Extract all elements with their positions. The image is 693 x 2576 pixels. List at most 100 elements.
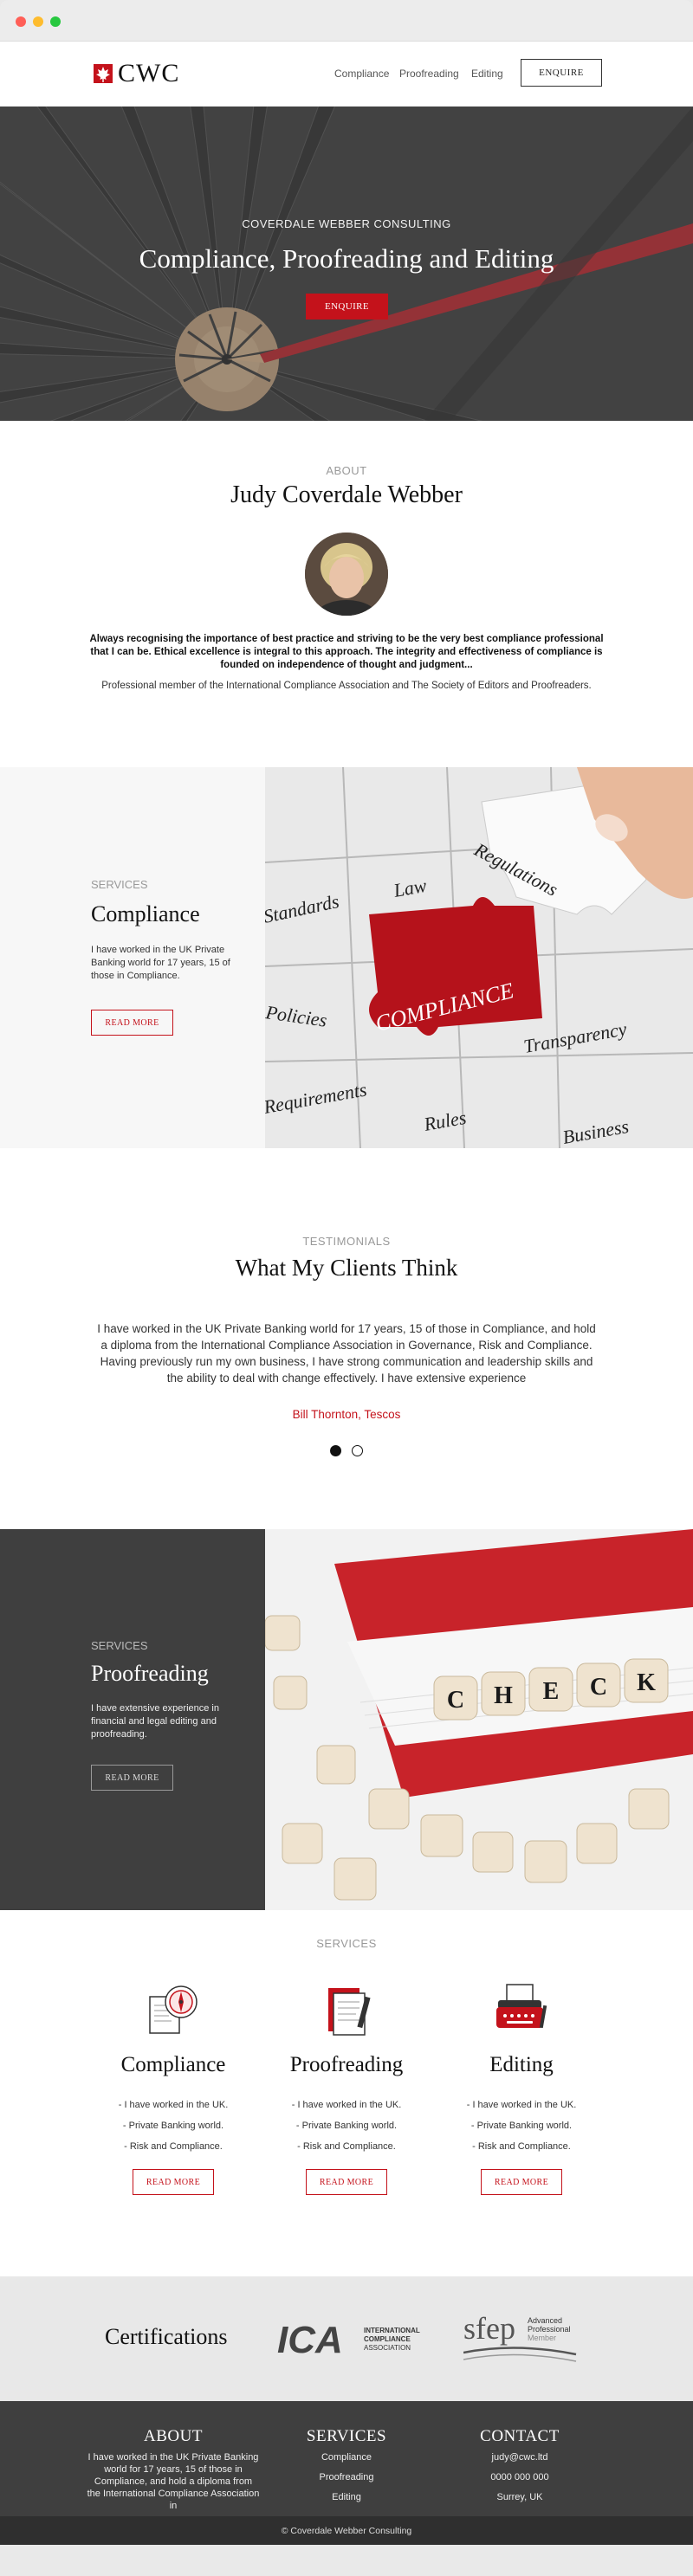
document-pen-icon [328,1988,371,2036]
service-item: - Private Banking world. [295,2121,398,2131]
sfep-logo: sfep Advanced Professional Member [463,2311,577,2362]
compliance-service-section: SERVICES Compliance I have worked in the… [0,767,693,1148]
footer-about-title: ABOUT [144,2427,203,2445]
ica-logo-line: ASSOCIATION [364,2344,411,2352]
letter-block: H [494,1682,513,1709]
service-item: - Private Banking world. [470,2121,573,2131]
proofreading-read-more-button[interactable]: READ MORE [91,1765,173,1791]
ica-logo-line: COMPLIANCE [364,2335,411,2343]
about-membership: Professional member of the International… [101,681,592,691]
letter-block: C [447,1687,464,1714]
sfep-logo-line: Member [528,2334,556,2342]
proofreading-label: SERVICES [91,1639,148,1652]
compliance-read-more-button[interactable]: READ MORE [91,1010,173,1036]
service-title: Editing [489,2053,554,2076]
footer-email-link[interactable]: judy@cwc.ltd [433,2452,606,2463]
footer-link-compliance[interactable]: Compliance [260,2452,433,2463]
logo-text: CWC [118,59,180,87]
services-grid-section: SERVICES Compliance - I have worked in t… [0,1910,693,2276]
service-item: - Private Banking world. [122,2121,224,2131]
footer-phone: 0000 000 000 [490,2472,549,2482]
footer-services: SERVICES Compliance Proofreading Editing [260,2427,433,2502]
portrait-image [305,533,388,616]
services-label: SERVICES [316,1937,377,1950]
sfep-logo-line: Advanced [528,2316,562,2325]
hero-title: Compliance, Proofreading and Editing [139,243,554,274]
avatar [305,533,388,616]
about-label: ABOUT [326,464,367,477]
letter-block: E [543,1678,560,1705]
minimize-window-button[interactable] [33,16,43,27]
about-statement: Always recognising the importance of bes… [89,634,604,670]
site-logo[interactable]: CWC [94,59,179,88]
service-card-proofreading: Proofreading - I have worked in the UK. … [260,1979,433,2195]
service-title: Proofreading [289,2053,404,2076]
proofreading-service-section: SERVICES Proofreading I have extensive e… [0,1529,693,1910]
compliance-label: SERVICES [91,878,148,891]
copyright-text: © Coverdale Webber Consulting [281,2525,412,2536]
certifications-section: Certifications ICA INTERNATIONAL COMPLIA… [0,2276,693,2401]
footer-contact-title: CONTACT [480,2427,560,2445]
maximize-window-button[interactable] [50,16,61,27]
copyright-bar: © Coverdale Webber Consulting [0,2516,693,2545]
compliance-panel: SERVICES Compliance I have worked in the… [0,767,265,1148]
sfep-logo-mark: sfep [463,2311,515,2346]
letter-block: C [590,1674,607,1701]
nav-proofreading[interactable]: Proofreading [399,68,459,80]
carousel-dot-2[interactable] [352,1445,363,1456]
service-item: - I have worked in the UK. [291,2100,402,2110]
testimonials-section: TESTIMONIALS What My Clients Think I hav… [0,1148,693,1529]
hero-subtitle: COVERDALE WEBBER CONSULTING [242,217,451,230]
letter-block: K [637,1669,656,1696]
enquire-nav-button[interactable]: ENQUIRE [521,59,602,87]
compass-icon [149,1985,198,2034]
nav-editing[interactable]: Editing [471,68,503,80]
certifications-title: Certifications [105,2324,228,2349]
ica-logo: ICA INTERNATIONAL COMPLIANCE ASSOCIATION [277,2319,420,2358]
service-item: - Risk and Compliance. [297,2141,396,2152]
service-item: - I have worked in the UK. [466,2100,577,2110]
compliance-title: Compliance [91,901,200,926]
hero-banner: COVERDALE WEBBER CONSULTING Compliance, … [0,107,693,421]
service-card-compliance: Compliance - I have worked in the UK. - … [87,1979,260,2195]
footer-services-title: SERVICES [306,2427,387,2445]
footer-link-editing[interactable]: Editing [260,2492,433,2502]
browser-chrome [0,0,693,42]
compliance-text: I have worked in the UK Private Banking … [91,945,230,981]
proofreading-card-read-more-button[interactable]: READ MORE [306,2169,387,2195]
service-item: - Risk and Compliance. [472,2141,571,2152]
check-blocks-image: C H E C K [265,1529,693,1910]
compliance-card-read-more-button[interactable]: READ MORE [133,2169,214,2195]
footer-contact: CONTACT judy@cwc.ltd 0000 000 000 Surrey… [433,2427,606,2502]
proofreading-panel: SERVICES Proofreading I have extensive e… [0,1529,265,1910]
footer-location: Surrey, UK [496,2492,543,2502]
typewriter-icon [496,1984,547,2029]
sfep-logo-line: Professional [528,2325,571,2334]
footer-link-proofreading[interactable]: Proofreading [260,2472,433,2482]
ica-logo-line: INTERNATIONAL [364,2327,420,2334]
proofreading-text: I have extensive experience in financial… [91,1703,219,1740]
service-card-editing: Editing - I have worked in the UK. - Pri… [435,1979,608,2195]
service-item: - Risk and Compliance. [124,2141,223,2152]
site-header: CWC Compliance Proofreading Editing ENQU… [0,42,693,107]
carousel-dot-1[interactable] [330,1445,341,1456]
editing-card-read-more-button[interactable]: READ MORE [481,2169,562,2195]
compliance-puzzle-image: Standards Law Regulations Policies COMPL… [265,767,693,1148]
testimonials-label: TESTIMONIALS [302,1235,391,1248]
maple-leaf-icon [94,64,113,83]
hero-enquire-button[interactable]: ENQUIRE [306,294,388,320]
proofreading-title: Proofreading [91,1661,209,1686]
footer-about-text: I have worked in the UK Private Banking … [87,2452,260,2511]
footer-about: ABOUT I have worked in the UK Private Ba… [87,2427,260,2512]
close-window-button[interactable] [16,16,26,27]
nav-compliance[interactable]: Compliance [334,68,389,80]
testimonial-quote: I have worked in the UK Private Banking … [97,1322,596,1385]
service-item: - I have worked in the UK. [118,2100,229,2110]
testimonials-title: What My Clients Think [235,1255,458,1281]
ica-logo-mark: ICA [277,2319,343,2358]
service-title: Compliance [120,2053,226,2076]
about-section: ABOUT Judy Coverdale Webber Always recog… [0,421,693,767]
site-footer: ABOUT I have worked in the UK Private Ba… [0,2401,693,2545]
testimonial-author: Bill Thornton, Tescos [292,1408,401,1421]
about-name: Judy Coverdale Webber [230,481,463,508]
